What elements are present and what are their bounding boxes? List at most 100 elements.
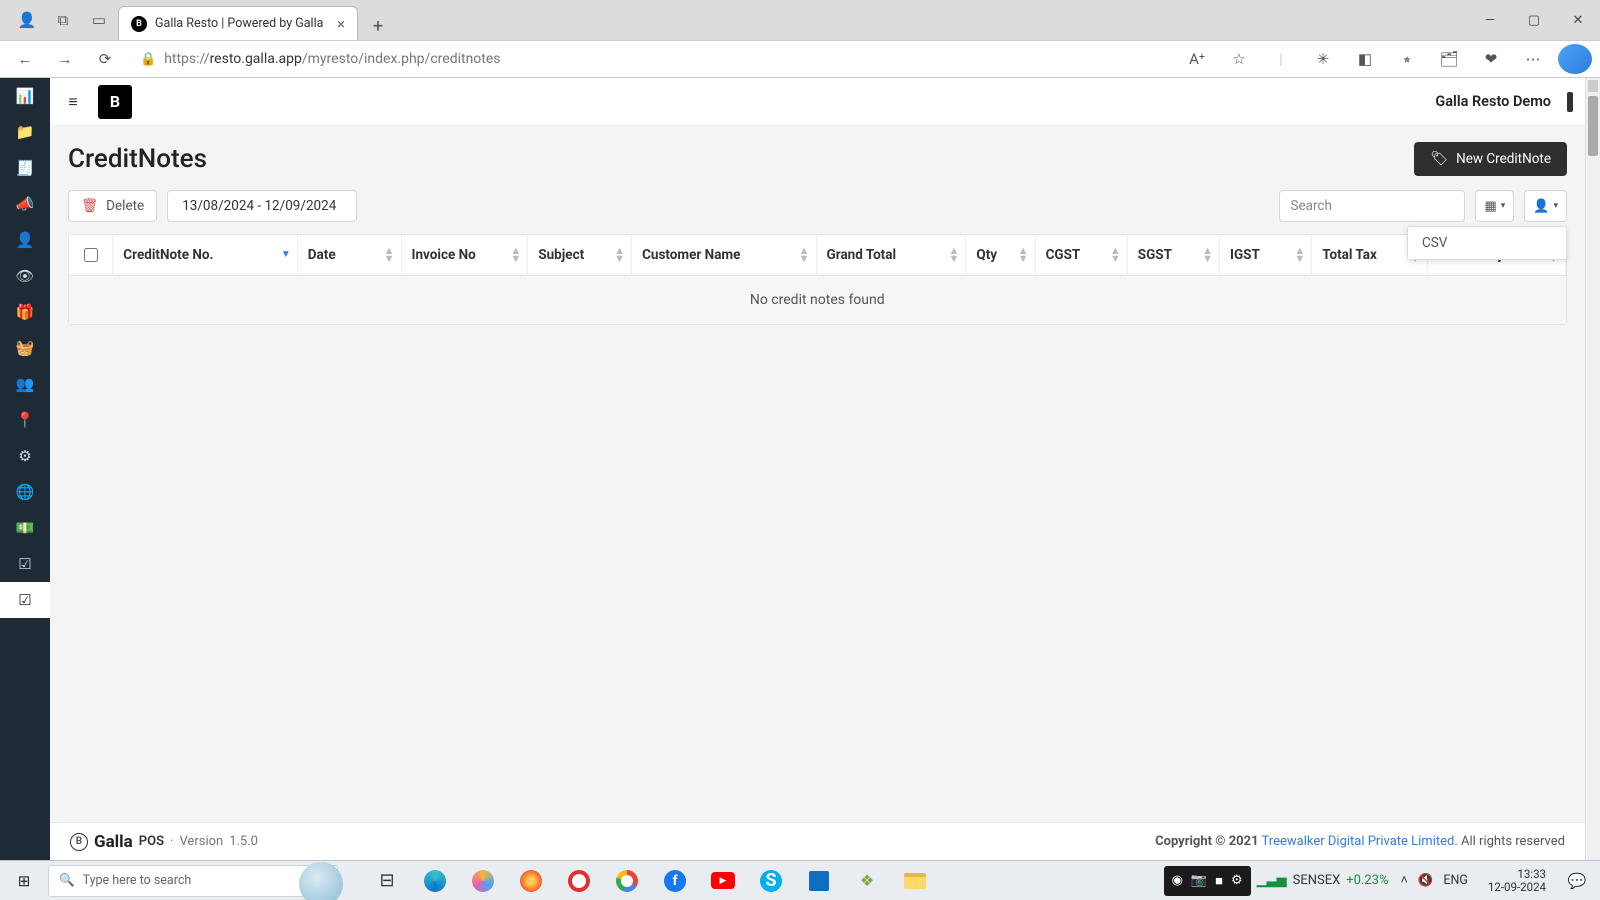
tab-close-icon[interactable]: × (337, 15, 345, 33)
search-input[interactable] (1279, 190, 1465, 222)
main-column: ≡ B Galla Resto Demo CreditNotes 🏷 New C… (50, 78, 1585, 860)
column-header[interactable]: Invoice No▲▼ (401, 235, 528, 276)
sidebar-item-staff[interactable]: 👥 (0, 366, 50, 402)
sort-icon[interactable]: ▲▼ (1018, 247, 1029, 263)
copilot-icon[interactable] (1558, 44, 1592, 74)
chrome-profile-area: 👤 ⧉ ▭ (8, 0, 118, 40)
hamburger-icon[interactable]: ≡ (58, 87, 88, 117)
sidebar-item-settings[interactable]: ⚙ (0, 438, 50, 474)
nav-forward-icon[interactable]: → (48, 44, 82, 74)
sort-icon[interactable]: ▲▼ (949, 247, 960, 263)
sidebar-item-tasks[interactable]: ☑ (0, 546, 50, 582)
more-menu-icon[interactable]: ⋯ (1516, 44, 1550, 74)
taskbar-search[interactable]: 🔍 Type here to search (48, 865, 338, 897)
filter-icon[interactable]: ▼ (281, 251, 291, 259)
app-skype-icon[interactable]: S (748, 861, 794, 900)
column-header[interactable]: Date▲▼ (297, 235, 401, 276)
browser-tab-active[interactable]: B Galla Resto | Powered by Galla × (118, 6, 358, 40)
columns-toggle-button[interactable]: ▦▾ (1475, 190, 1514, 222)
app-facebook-icon[interactable]: f (652, 861, 698, 900)
new-tab-button[interactable]: + (364, 12, 392, 40)
column-header[interactable]: Grand Total▲▼ (816, 235, 966, 276)
tray-stock-widget[interactable]: ▁▃▅ SENSEX +0.23% (1257, 873, 1389, 888)
favorite-star-icon[interactable]: ☆ (1222, 44, 1256, 74)
start-button[interactable]: ⊞ (0, 861, 48, 900)
sort-icon[interactable]: ▲▼ (614, 247, 625, 263)
sort-icon[interactable]: ▲▼ (510, 247, 521, 263)
sort-icon[interactable]: ▲▼ (799, 247, 810, 263)
column-header[interactable]: IGST▲▼ (1220, 235, 1312, 276)
scrollbar-thumb[interactable] (1588, 96, 1598, 156)
sort-icon[interactable]: ▲▼ (1294, 247, 1305, 263)
sort-icon[interactable]: ▲▼ (1110, 247, 1121, 263)
sidebar-item-orders[interactable]: 📁 (0, 114, 50, 150)
shopping-icon[interactable]: ❤ (1474, 44, 1508, 74)
split-screen-icon[interactable]: ◧ (1348, 44, 1382, 74)
delete-button[interactable]: 🗑 Delete (68, 190, 157, 222)
export-option-csv[interactable]: CSV (1408, 227, 1566, 259)
workspaces-icon[interactable]: ⧉ (54, 11, 72, 29)
user-name-label[interactable]: Galla Resto Demo (1435, 93, 1551, 110)
sort-icon[interactable]: ▲▼ (384, 247, 395, 263)
app-youtube-icon[interactable]: ▶ (700, 861, 746, 900)
column-header[interactable]: CreditNote No.▼ (113, 235, 297, 276)
cortana-icon[interactable] (299, 862, 343, 900)
nav-back-icon[interactable]: ← (8, 44, 42, 74)
tray-chevron-up-icon[interactable]: ˄ (1401, 873, 1408, 888)
window-minimize-icon[interactable]: — (1468, 0, 1512, 40)
tab-overview-icon[interactable]: ▭ (90, 11, 108, 29)
window-controls: — ▢ ✕ (1468, 0, 1600, 40)
profile-icon[interactable]: 👤 (18, 11, 36, 29)
vertical-scrollbar[interactable] (1585, 78, 1600, 860)
sidebar-item-catalog[interactable]: 🧾 (0, 150, 50, 186)
app-edge-icon[interactable] (412, 861, 458, 900)
scrollbar-arrow-up-icon[interactable] (1588, 80, 1598, 92)
sidebar-item-creditnotes[interactable]: ☑ (0, 582, 50, 618)
app-store-icon[interactable] (796, 861, 842, 900)
window-maximize-icon[interactable]: ▢ (1512, 0, 1556, 40)
sidebar-item-globe[interactable]: 🌐 (0, 474, 50, 510)
app-misc-icon[interactable]: ❖ (844, 861, 890, 900)
sort-icon[interactable]: ▲▼ (1202, 247, 1213, 263)
export-button[interactable]: 👤▾ (1524, 190, 1567, 222)
sidebar-item-customers[interactable]: 👤 (0, 222, 50, 258)
sidebar-item-cash[interactable]: 💵 (0, 510, 50, 546)
user-menu-handle[interactable] (1567, 92, 1573, 112)
tray-recording-controls[interactable]: ◉ 📷 ■ ⚙ (1164, 866, 1251, 896)
favorites-bar-icon[interactable]: ⭒ (1390, 44, 1424, 74)
date-range-picker[interactable]: 13/08/2024 - 12/09/2024 (167, 190, 357, 222)
tray-clock[interactable]: 13:33 12-09-2024 (1480, 868, 1554, 894)
app-chrome-icon[interactable] (604, 861, 650, 900)
window-close-icon[interactable]: ✕ (1556, 0, 1600, 40)
extensions-icon[interactable]: ✳ (1306, 44, 1340, 74)
column-header[interactable]: SGST▲▼ (1127, 235, 1219, 276)
sidebar-item-announce[interactable]: 📣 (0, 186, 50, 222)
new-creditnote-button[interactable]: 🏷 New CreditNote (1414, 142, 1567, 176)
column-header[interactable]: Qty▲▼ (966, 235, 1035, 276)
column-header[interactable]: CGST▲▼ (1035, 235, 1127, 276)
tray-volume-icon[interactable]: 🔇 (1418, 873, 1434, 888)
column-header[interactable]: Subject▲▼ (528, 235, 632, 276)
nav-refresh-icon[interactable]: ⟳ (88, 44, 122, 74)
sidebar-item-dashboard[interactable]: 📊 (0, 78, 50, 114)
app-explorer-icon[interactable] (892, 861, 938, 900)
task-view-icon[interactable]: ⊟ (364, 861, 410, 900)
select-all-checkbox[interactable] (84, 248, 98, 262)
tray-notifications-icon[interactable]: 💬 (1560, 872, 1594, 890)
app-record-icon[interactable] (556, 861, 602, 900)
tray-language[interactable]: ENG (1443, 873, 1468, 888)
collections-icon[interactable]: 🗂 (1432, 44, 1466, 74)
read-aloud-icon[interactable]: A⁺ (1180, 44, 1214, 74)
url-field[interactable]: 🔒 https://resto.galla.app/myresto/index.… (128, 44, 1174, 74)
sidebar-item-views[interactable]: 👁 (0, 258, 50, 294)
creditnotes-table: CreditNote No.▼Date▲▼Invoice No▲▼Subject… (69, 235, 1566, 324)
app-firefox-icon[interactable] (508, 861, 554, 900)
sidebar-item-gift[interactable]: 🎁 (0, 294, 50, 330)
column-header[interactable]: Customer Name▲▼ (632, 235, 816, 276)
app-copilot-icon[interactable] (460, 861, 506, 900)
footer-company-link[interactable]: Treewalker Digital Private Limited (1262, 834, 1455, 849)
header-select-all[interactable] (69, 235, 113, 276)
footer-copyright: Copyright © 2021 Treewalker Digital Priv… (1155, 834, 1565, 849)
sidebar-item-location[interactable]: 📍 (0, 402, 50, 438)
sidebar-item-basket[interactable]: 🧺 (0, 330, 50, 366)
